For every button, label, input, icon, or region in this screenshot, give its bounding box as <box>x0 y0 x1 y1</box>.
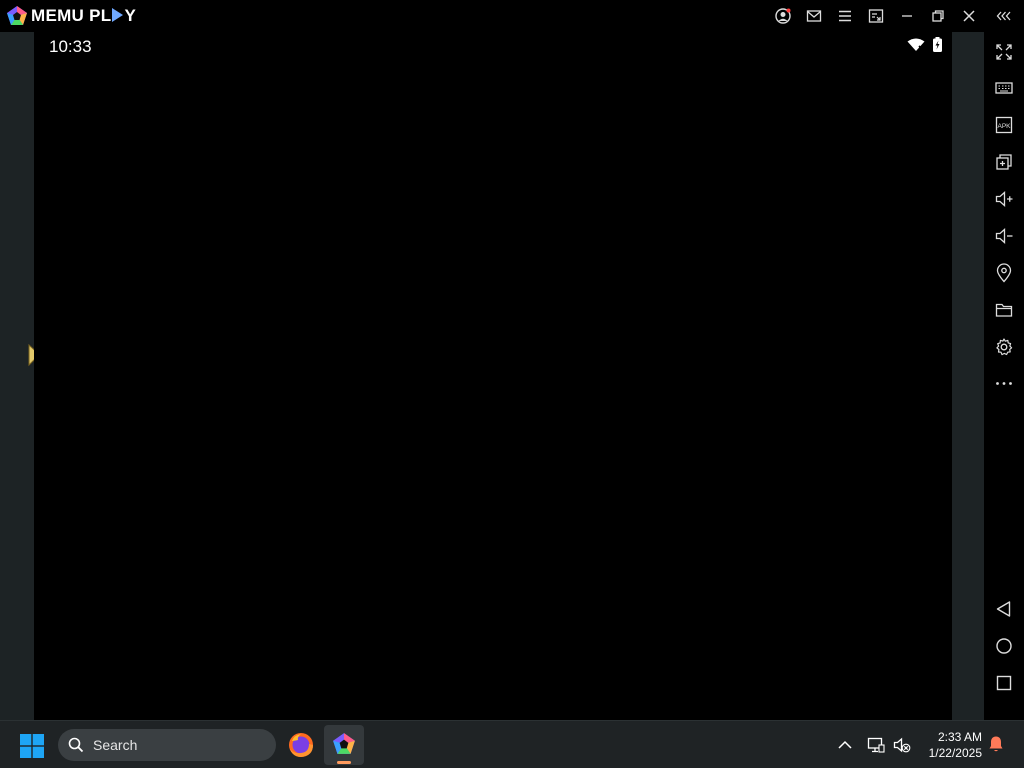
app-title: MEMU PL Y <box>31 6 137 25</box>
system-date: 1/22/2025 <box>928 746 982 760</box>
minimize-button[interactable] <box>895 4 919 28</box>
location-button[interactable] <box>992 261 1016 285</box>
firefox-icon[interactable] <box>288 732 314 758</box>
account-button[interactable] <box>771 4 795 28</box>
volume-down-button[interactable] <box>992 224 1016 248</box>
android-recents-button[interactable] <box>992 671 1016 695</box>
brand-play-icon <box>112 8 124 22</box>
more-button[interactable] <box>992 371 1016 395</box>
settings-button[interactable] <box>992 335 1016 359</box>
memu-icon <box>333 733 355 754</box>
location-icon <box>996 263 1012 283</box>
menu-button[interactable] <box>833 4 857 28</box>
windows-start-icon[interactable] <box>20 734 44 758</box>
more-icon <box>996 382 1012 385</box>
memu-taskbar-button[interactable] <box>324 725 364 765</box>
search-placeholder: Search <box>93 737 138 753</box>
close-button[interactable] <box>957 4 981 28</box>
wifi-icon <box>907 38 925 51</box>
settings-icon <box>996 338 1013 356</box>
chevron-up-icon[interactable] <box>836 736 854 754</box>
apk-icon: APK <box>995 116 1013 134</box>
volume-up-icon <box>995 191 1013 207</box>
recents-icon <box>996 675 1012 691</box>
mail-icon <box>806 10 822 22</box>
add-instance-icon <box>996 154 1012 170</box>
network-icon[interactable] <box>867 736 885 754</box>
restore-button[interactable] <box>926 4 950 28</box>
android-clock: 10:33 <box>49 37 92 56</box>
system-time: 2:33 AM <box>937 730 982 744</box>
android-home-button[interactable] <box>992 634 1016 658</box>
android-screen[interactable]: 10:33 <box>34 32 952 720</box>
add-instance-button[interactable] <box>992 150 1016 174</box>
multi-instance-icon <box>868 9 884 23</box>
volume-down-icon <box>995 228 1013 244</box>
keyboard-button[interactable] <box>992 76 1016 100</box>
android-back-button[interactable] <box>992 597 1016 621</box>
back-icon <box>996 601 1011 617</box>
apk-button[interactable]: APK <box>992 113 1016 137</box>
battery-charging-icon <box>933 37 942 52</box>
emulator-sidebar: APK <box>984 32 1024 720</box>
left-border <box>0 32 34 720</box>
folder-button[interactable] <box>992 298 1016 322</box>
right-border <box>952 32 984 720</box>
menu-icon <box>839 10 851 22</box>
active-app-indicator <box>337 761 351 764</box>
svg-text:APK: APK <box>997 123 1011 130</box>
account-icon <box>775 8 791 24</box>
multi-instance-button[interactable] <box>864 4 888 28</box>
mail-button[interactable] <box>802 4 826 28</box>
home-icon <box>996 638 1012 654</box>
memu-logo-icon <box>7 6 27 25</box>
system-clock[interactable]: 2:33 AM 1/22/2025 <box>920 729 982 761</box>
taskbar-search-box[interactable]: Search <box>58 729 276 761</box>
notification-bell-icon[interactable] <box>987 735 1005 753</box>
volume-muted-icon[interactable] <box>893 736 911 754</box>
keyboard-icon <box>995 82 1013 94</box>
android-status-icons <box>907 37 942 52</box>
fullscreen-icon <box>996 44 1012 60</box>
close-icon <box>963 10 975 22</box>
restore-icon <box>932 10 944 22</box>
title-bar: MEMU PL Y <box>0 0 1024 32</box>
search-icon <box>68 737 84 753</box>
collapse-sidebar-button[interactable] <box>992 4 1016 28</box>
folder-icon <box>995 303 1013 317</box>
collapse-sidebar-icon <box>996 11 1011 21</box>
minimize-icon <box>902 15 912 17</box>
fullscreen-button[interactable] <box>992 40 1016 64</box>
windows-taskbar: Search 2:33 AM 1/22/2025 <box>0 720 1024 768</box>
volume-up-button[interactable] <box>992 187 1016 211</box>
